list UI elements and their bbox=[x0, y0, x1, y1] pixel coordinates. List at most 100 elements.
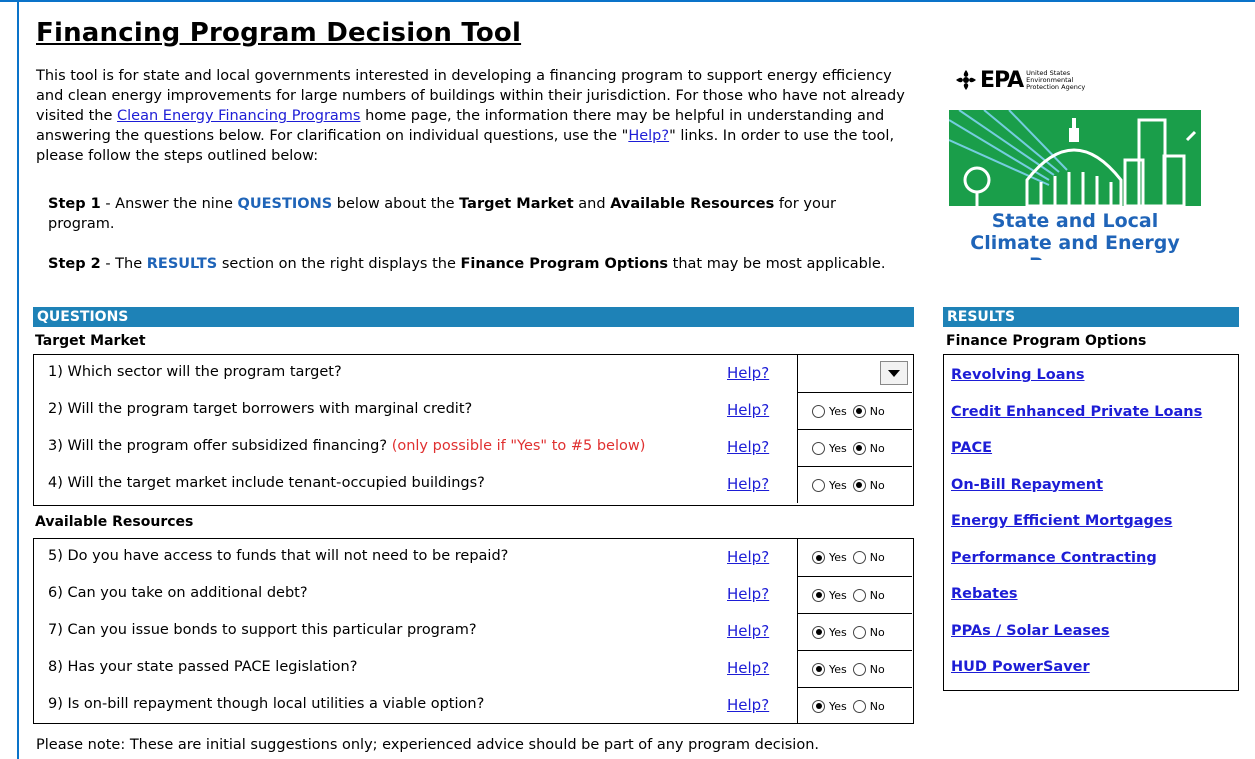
question-row: 6) Can you take on additional debt? Help?… bbox=[34, 576, 913, 613]
clean-energy-financing-link[interactable]: Clean Energy Financing Programs bbox=[117, 108, 360, 124]
radio-yes[interactable] bbox=[812, 662, 825, 676]
help-link[interactable]: Help? bbox=[727, 548, 769, 566]
radio-yes[interactable] bbox=[812, 478, 825, 492]
epa-logo: EPA United States Environmental Protecti… bbox=[955, 66, 1106, 94]
help-link[interactable]: Help? bbox=[727, 659, 769, 677]
radio-no-label: No bbox=[869, 588, 885, 602]
radio-no[interactable] bbox=[852, 404, 866, 418]
question-row: 1) Which sector will the program target?… bbox=[34, 355, 913, 392]
radio-yes[interactable] bbox=[812, 404, 825, 418]
finance-program-options-keyword: Finance Program Options bbox=[460, 256, 669, 272]
radio-no[interactable] bbox=[852, 588, 866, 602]
question-label: 1) Which sector will the program target? bbox=[48, 364, 342, 380]
yes-no-radio-group: Yes No bbox=[797, 392, 912, 429]
intro-paragraph: This tool is for state and local governm… bbox=[36, 66, 916, 166]
radio-yes[interactable] bbox=[812, 441, 825, 455]
question-text: 3) Will the program offer subsidized fin… bbox=[48, 438, 645, 454]
step-1-label: Step 1 bbox=[48, 196, 101, 212]
question-text: 5) Do you have access to funds that will… bbox=[48, 548, 508, 564]
radio-yes-label: Yes bbox=[829, 551, 847, 564]
question-text: 8) Has your state passed PACE legislatio… bbox=[48, 659, 357, 675]
dropdown-arrow-icon[interactable] bbox=[880, 361, 908, 385]
yes-no-radio-group: Yes No bbox=[797, 429, 912, 466]
question-row: 4) Will the target market include tenant… bbox=[34, 466, 913, 503]
question-label: 9) Is on-bill repayment though local uti… bbox=[48, 696, 485, 712]
program-line-1: State and Local bbox=[991, 210, 1159, 232]
help-link[interactable]: Help? bbox=[727, 364, 769, 382]
intro-help-link[interactable]: Help? bbox=[628, 128, 669, 144]
result-link[interactable]: PPAs / Solar Leases bbox=[951, 623, 1109, 639]
question-row: 8) Has your state passed PACE legislatio… bbox=[34, 650, 913, 687]
available-resources-questions: 5) Do you have access to funds that will… bbox=[33, 538, 914, 724]
radio-yes[interactable] bbox=[812, 699, 825, 713]
results-header: RESULTS bbox=[943, 307, 1239, 327]
help-link[interactable]: Help? bbox=[727, 475, 769, 493]
result-link[interactable]: HUD PowerSaver bbox=[951, 659, 1090, 675]
slcep-program-name: State and Local Climate and Energy Progr… bbox=[949, 210, 1201, 260]
radio-no[interactable] bbox=[852, 551, 866, 564]
radio-no-label: No bbox=[869, 478, 885, 492]
step-1-part: - Answer the nine bbox=[100, 196, 238, 212]
question-text: 4) Will the target market include tenant… bbox=[48, 475, 485, 491]
question-label: 6) Can you take on additional debt? bbox=[48, 585, 308, 601]
result-link[interactable]: Performance Contracting bbox=[951, 550, 1157, 566]
help-link[interactable]: Help? bbox=[727, 401, 769, 419]
footnote: Please note: These are initial suggestio… bbox=[36, 737, 819, 753]
step-1-part: below about the bbox=[332, 196, 460, 212]
yes-no-radio-group: Yes No bbox=[797, 576, 912, 613]
radio-no-label: No bbox=[869, 404, 885, 418]
capitol-city-illustration bbox=[949, 110, 1201, 208]
result-link[interactable]: Credit Enhanced Private Loans bbox=[951, 404, 1202, 420]
result-link[interactable]: Revolving Loans bbox=[951, 367, 1085, 383]
help-link[interactable]: Help? bbox=[727, 622, 769, 640]
window-frame-left bbox=[17, 0, 19, 759]
step-1-part: and bbox=[573, 196, 611, 212]
target-market-header: Target Market bbox=[35, 333, 146, 349]
result-link[interactable]: Energy Efficient Mortgages bbox=[951, 513, 1172, 529]
epa-flower-icon bbox=[956, 70, 976, 90]
result-link[interactable]: On-Bill Repayment bbox=[951, 477, 1103, 493]
result-link[interactable]: PACE bbox=[951, 440, 992, 456]
question-row: 2) Will the program target borrowers wit… bbox=[34, 392, 913, 429]
questions-keyword: QUESTIONS bbox=[237, 196, 333, 212]
help-link[interactable]: Help? bbox=[727, 585, 769, 603]
epa-wordmark: EPA bbox=[980, 67, 1024, 93]
radio-yes-label: Yes bbox=[829, 662, 847, 676]
yes-no-radio-group: Yes No bbox=[797, 539, 912, 576]
question-label: 2) Will the program target borrowers wit… bbox=[48, 401, 473, 417]
question-row: 3) Will the program offer subsidized fin… bbox=[34, 429, 913, 466]
radio-yes[interactable] bbox=[812, 551, 825, 564]
slcep-logo: State and Local Climate and Energy Progr… bbox=[949, 110, 1201, 260]
question-label: 3) Will the program offer subsidized fin… bbox=[48, 438, 392, 454]
question-label: 8) Has your state passed PACE legislatio… bbox=[48, 659, 358, 675]
target-market-questions: 1) Which sector will the program target?… bbox=[33, 354, 914, 506]
radio-no[interactable] bbox=[852, 662, 866, 676]
result-link[interactable]: Rebates bbox=[951, 586, 1018, 602]
radio-yes[interactable] bbox=[812, 625, 825, 639]
question-row: 7) Can you issue bonds to support this p… bbox=[34, 613, 913, 650]
radio-yes[interactable] bbox=[812, 588, 825, 602]
help-link[interactable]: Help? bbox=[727, 696, 769, 714]
step-1-text: Step 1 - Answer the nine QUESTIONS below… bbox=[48, 194, 868, 234]
question-note: (only possible if "Yes" to #5 below) bbox=[391, 438, 646, 454]
results-list: Revolving Loans Credit Enhanced Private L… bbox=[943, 354, 1239, 691]
radio-yes-label: Yes bbox=[829, 404, 847, 418]
radio-yes-label: Yes bbox=[829, 699, 847, 713]
radio-no-label: No bbox=[869, 441, 885, 455]
radio-no[interactable] bbox=[852, 699, 866, 713]
radio-no[interactable] bbox=[852, 441, 866, 455]
available-resources-keyword: Available Resources bbox=[610, 196, 775, 212]
question-label: 7) Can you issue bonds to support this p… bbox=[48, 622, 477, 638]
questions-header: QUESTIONS bbox=[33, 307, 914, 327]
radio-no[interactable] bbox=[852, 478, 866, 492]
results-keyword: RESULTS bbox=[146, 256, 218, 272]
radio-yes-label: Yes bbox=[829, 625, 847, 639]
question-text: 9) Is on-bill repayment though local uti… bbox=[48, 696, 484, 712]
sector-select[interactable] bbox=[797, 355, 912, 392]
radio-no[interactable] bbox=[852, 625, 866, 639]
question-text: 6) Can you take on additional debt? bbox=[48, 585, 308, 601]
help-link[interactable]: Help? bbox=[727, 438, 769, 456]
yes-no-radio-group: Yes No bbox=[797, 650, 912, 687]
epa-agency-name: United States Environmental Protection A… bbox=[1026, 68, 1086, 91]
question-label: 4) Will the target market include tenant… bbox=[48, 475, 485, 491]
